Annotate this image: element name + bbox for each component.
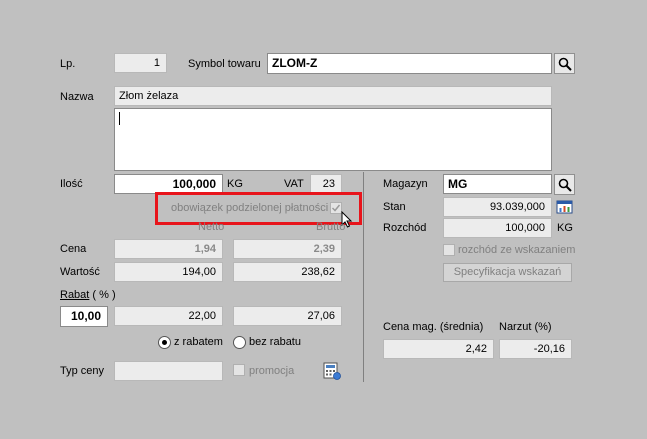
brutto-header: Brutto — [316, 221, 346, 233]
stan-label: Stan — [383, 201, 406, 213]
bez-rabatu-label[interactable]: bez rabatu — [249, 335, 301, 349]
promocja-label: promocja — [249, 365, 295, 377]
magnifier-icon — [558, 57, 572, 71]
magazyn-label: Magazyn — [383, 178, 428, 190]
bez-rabatu-radio[interactable] — [233, 336, 246, 349]
typ-ceny-label: Typ ceny — [60, 365, 105, 377]
symbol-search-button[interactable] — [554, 53, 575, 74]
magazyn-input[interactable]: MG — [443, 174, 552, 194]
nazwa-field[interactable]: Złom żelaza — [114, 86, 552, 106]
netto-header: Netto — [198, 221, 225, 233]
rozchod-ze-wskazaniem-checkbox[interactable] — [443, 244, 455, 256]
lp-label: Lp. — [60, 58, 76, 70]
cena-label: Cena — [60, 243, 87, 255]
rozchod-unit: KG — [557, 222, 573, 234]
rabat-label: Rabat ( % ) — [60, 288, 116, 302]
rabat-label-text: Rabat — [60, 289, 90, 301]
cena-mag-label: Cena mag. (średnia) — [383, 321, 484, 333]
magnifier-icon — [558, 178, 572, 192]
vat-label: VAT — [284, 178, 304, 190]
nazwa-label: Nazwa — [60, 91, 94, 103]
typ-ceny-field[interactable] — [114, 361, 223, 381]
lp-field: 1 — [114, 53, 167, 73]
ilosc-label: Ilość — [60, 178, 83, 190]
magazyn-search-button[interactable] — [554, 174, 575, 195]
cena-mag-field: 2,42 — [383, 339, 494, 359]
wartosc-label: Wartość — [60, 266, 100, 278]
opis-textarea[interactable] — [114, 108, 552, 171]
z-rabatem-label[interactable]: z rabatem — [174, 335, 223, 349]
cena-brutto-field[interactable]: 2,39 — [233, 239, 342, 259]
symbol-label: Symbol towaru — [188, 58, 261, 70]
rabat-brutto-field: 27,06 — [233, 306, 342, 326]
ilosc-unit: KG — [227, 178, 243, 190]
specyfikacja-wskazan-button[interactable]: Specyfikacja wskazań — [443, 263, 572, 282]
wartosc-netto-field: 194,00 — [114, 262, 223, 282]
symbol-input[interactable]: ZLOM-Z — [267, 53, 552, 74]
ilosc-input[interactable]: 100,000 — [114, 174, 223, 194]
promocja-checkbox[interactable] — [233, 364, 245, 376]
wartosc-brutto-field: 238,62 — [233, 262, 342, 282]
z-rabatem-radio[interactable] — [158, 336, 171, 349]
rabat-netto-field: 22,00 — [114, 306, 223, 326]
narzut-label: Narzut (%) — [499, 321, 552, 333]
rozchod-ze-wskazaniem-label: rozchód ze wskazaniem — [458, 244, 576, 256]
cena-netto-field[interactable]: 1,94 — [114, 239, 223, 259]
calculator-icon[interactable] — [322, 361, 342, 381]
column-separator — [363, 172, 364, 382]
rozchod-field: 100,000 — [443, 218, 552, 238]
rabat-input[interactable]: 10,00 — [60, 306, 108, 327]
chart-icon[interactable] — [556, 199, 573, 215]
rozchod-label: Rozchód — [383, 222, 427, 234]
narzut-field: -20,16 — [499, 339, 572, 359]
text-cursor — [119, 112, 120, 125]
vat-field[interactable]: 23 — [310, 174, 342, 194]
rabat-label-unit: ( % ) — [89, 289, 116, 301]
stan-field: 93.039,000 — [443, 197, 552, 217]
